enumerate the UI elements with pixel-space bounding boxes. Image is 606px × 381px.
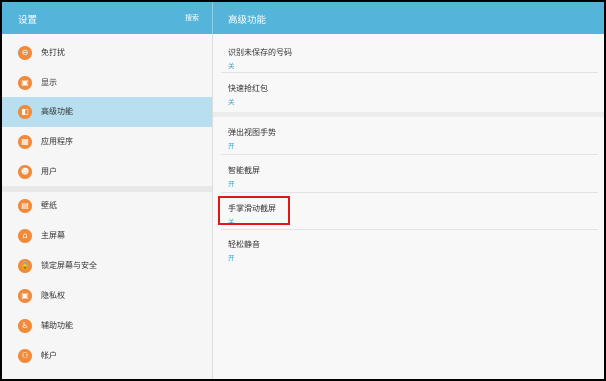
option-title: 轻松静音 (228, 240, 260, 249)
settings-title: 设置 (18, 15, 38, 26)
display-icon: ▣ (18, 76, 32, 90)
search-button[interactable]: 搜索 (185, 13, 199, 23)
sidebar-item-label: 辅助功能 (41, 321, 73, 330)
option-title: 智能截屏 (228, 166, 260, 175)
sidebar-item-accessibility[interactable]: ♿ 辅助功能 (2, 311, 212, 341)
option-quick-red-envelope[interactable]: 快速抢红包 关 (213, 74, 604, 114)
sidebar-item-label: 锁定屏幕与安全 (41, 261, 97, 270)
divider (221, 72, 598, 73)
sidebar-item-do-not-disturb[interactable]: ⊖ 免打扰 (2, 38, 212, 68)
account-icon: ⚇ (18, 349, 32, 363)
page-title: 高级功能 (228, 15, 267, 26)
sidebar-item-label: 主屏幕 (41, 231, 65, 240)
sidebar-item-label: 高级功能 (41, 107, 73, 116)
sidebar-item-label: 帐户 (41, 351, 57, 360)
advanced-features-icon: ◧ (18, 105, 32, 119)
users-icon: ☻ (18, 165, 32, 179)
do-not-disturb-icon: ⊖ (18, 46, 32, 60)
sidebar-item-label: 显示 (41, 78, 57, 87)
settings-window: 设置 搜索 高级功能 ⊖ 免打扰 ▣ 显示 ◧ 高级功能 ▦ 应用程序 ☻ 用户… (2, 2, 604, 379)
sidebar-item-label: 免打扰 (41, 48, 65, 57)
sidebar-item-label: 用户 (41, 167, 57, 176)
section-divider (213, 112, 604, 117)
option-title: 快速抢红包 (228, 84, 268, 93)
option-status: 关 (228, 98, 235, 106)
lock-icon: 🔒 (18, 259, 32, 273)
sidebar: ⊖ 免打扰 ▣ 显示 ◧ 高级功能 ▦ 应用程序 ☻ 用户 ▤ 壁纸 ⌂ 主屏幕 (2, 34, 212, 379)
header-divider (212, 2, 213, 34)
sidebar-item-lock-screen[interactable]: 🔒 锁定屏幕与安全 (2, 251, 212, 281)
sidebar-item-apps[interactable]: ▦ 应用程序 (2, 127, 212, 157)
accessibility-icon: ♿ (18, 319, 32, 333)
privacy-icon: ▣ (18, 289, 32, 303)
option-title: 弹出视图手势 (228, 128, 276, 137)
option-status: 开 (228, 254, 235, 262)
highlight-box (218, 196, 290, 225)
option-status: 关 (228, 62, 235, 70)
sidebar-item-privacy[interactable]: ▣ 隐私权 (2, 281, 212, 311)
divider (221, 154, 598, 155)
apps-icon: ▦ (18, 135, 32, 149)
sidebar-item-advanced-features[interactable]: ◧ 高级功能 (2, 97, 212, 127)
sidebar-item-label: 隐私权 (41, 291, 65, 300)
home-screen-icon: ⌂ (18, 229, 32, 243)
sidebar-item-users[interactable]: ☻ 用户 (2, 157, 212, 187)
option-status: 开 (228, 142, 235, 150)
option-title: 识别未保存的号码 (228, 48, 292, 57)
app-header: 设置 搜索 高级功能 (2, 2, 604, 34)
option-smart-capture[interactable]: 智能截屏 开 (213, 156, 604, 196)
wallpaper-icon: ▤ (18, 199, 32, 213)
sidebar-item-label: 应用程序 (41, 137, 73, 146)
sidebar-item-display[interactable]: ▣ 显示 (2, 68, 212, 98)
option-easy-mute[interactable]: 轻松静音 开 (213, 230, 604, 270)
option-popup-view-gesture[interactable]: 弹出视图手势 开 (213, 118, 604, 158)
sidebar-item-account[interactable]: ⚇ 帐户 (2, 341, 212, 371)
sidebar-item-wallpaper[interactable]: ▤ 壁纸 (2, 191, 212, 221)
divider (221, 192, 598, 193)
sidebar-item-home-screen[interactable]: ⌂ 主屏幕 (2, 221, 212, 251)
option-status: 开 (228, 180, 235, 188)
sidebar-item-label: 壁纸 (41, 201, 57, 210)
